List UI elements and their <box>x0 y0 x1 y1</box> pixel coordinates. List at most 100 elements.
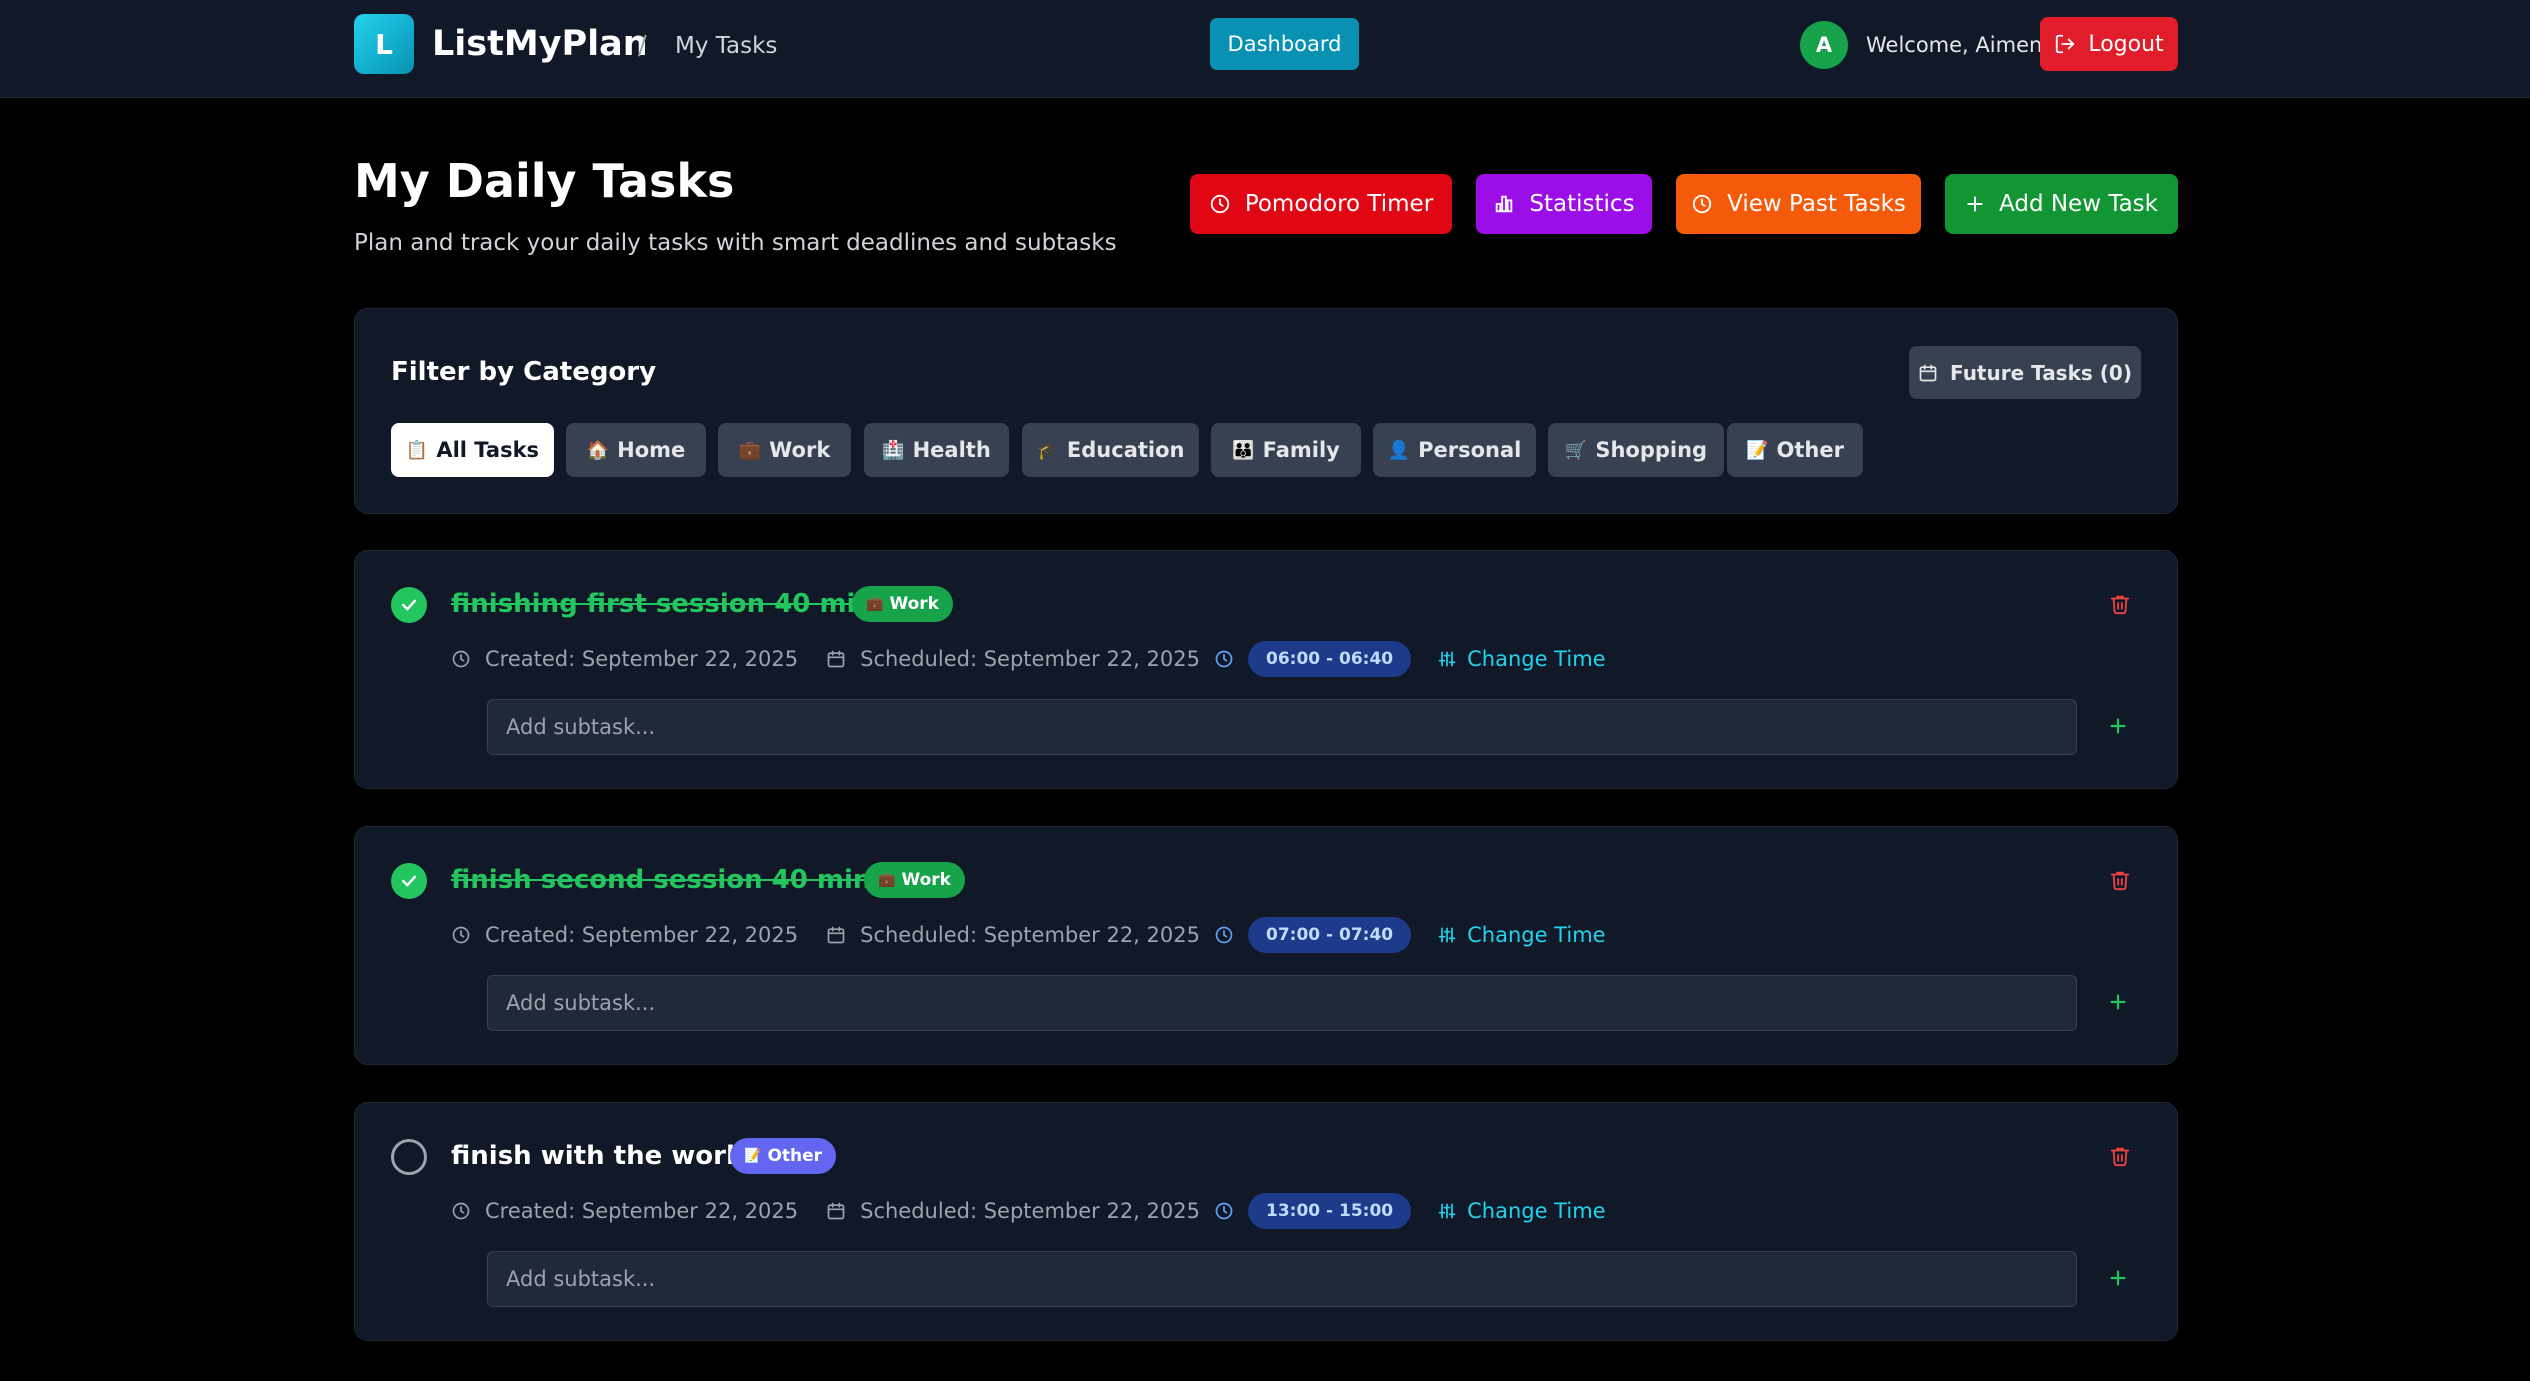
category-filter-panel: Filter by Category Future Tasks (0) 📋 Al… <box>354 308 2178 514</box>
page-subtitle: Plan and track your daily tasks with sma… <box>354 230 1117 256</box>
task-time-range: 06:00 - 06:40 <box>1247 641 1412 677</box>
category-chip-other[interactable]: 📝 Other <box>1727 423 1863 477</box>
logout-label: Logout <box>2088 31 2164 57</box>
delete-task-button[interactable] <box>2109 1145 2133 1169</box>
task-meta-row: Created: September 22, 2025 Scheduled: S… <box>451 1191 1606 1231</box>
task-created-date: Created: September 22, 2025 <box>485 1199 799 1223</box>
view-past-tasks-label: View Past Tasks <box>1727 191 1906 217</box>
change-time-label: Change Time <box>1467 647 1606 671</box>
sliders-icon <box>1438 927 1456 943</box>
category-chip-education[interactable]: 🎓 Education <box>1022 423 1199 477</box>
plus-icon <box>2110 1270 2126 1286</box>
statistics-label: Statistics <box>1529 191 1635 217</box>
add-subtask-button[interactable] <box>2103 711 2133 741</box>
category-chip-personal[interactable]: 👤 Personal <box>1373 423 1536 477</box>
task-scheduled-date: Scheduled: September 22, 2025 <box>860 1199 1200 1223</box>
category-chip-label: Health <box>912 438 991 462</box>
calendar-icon <box>827 650 845 668</box>
add-subtask-input[interactable] <box>487 1251 2077 1307</box>
time-icon <box>1215 926 1233 944</box>
task-time-range: 07:00 - 07:40 <box>1247 917 1412 953</box>
task-title: finish with the worker <box>451 1141 774 1171</box>
clock-icon <box>1209 193 1231 215</box>
add-subtask-input[interactable] <box>487 699 2077 755</box>
logout-button[interactable]: Logout <box>2040 17 2178 71</box>
task-time-range: 13:00 - 15:00 <box>1247 1193 1412 1229</box>
user-avatar: A <box>1800 21 1848 69</box>
briefcase-icon: 💼 <box>878 872 896 888</box>
category-chip-label: Home <box>617 438 686 462</box>
checkmark-icon <box>401 875 417 887</box>
change-time-label: Change Time <box>1467 1199 1606 1223</box>
add-new-task-label: Add New Task <box>1999 191 2158 217</box>
change-time-button[interactable]: Change Time <box>1437 647 1606 671</box>
plus-icon <box>1965 194 1985 214</box>
future-tasks-button[interactable]: Future Tasks (0) <box>1909 346 2141 399</box>
change-time-button[interactable]: Change Time <box>1437 1199 1606 1223</box>
category-chip-home[interactable]: 🏠 Home <box>566 423 706 477</box>
memo-icon: 📝 <box>1746 439 1769 461</box>
add-subtask-button[interactable] <box>2103 1263 2133 1293</box>
task-title: finish second session 40 minutes <box>451 865 936 895</box>
memo-icon: 📝 <box>744 1148 762 1164</box>
task-category-badge: 💼 Work <box>852 586 953 622</box>
bar-chart-icon <box>1493 193 1515 215</box>
plus-icon <box>2110 994 2126 1010</box>
add-subtask-input[interactable] <box>487 975 2077 1031</box>
briefcase-icon: 💼 <box>866 596 884 612</box>
task-complete-checkbox[interactable] <box>391 863 427 899</box>
dashboard-button[interactable]: Dashboard <box>1210 18 1359 70</box>
calendar-icon <box>1918 363 1938 383</box>
task-created-date: Created: September 22, 2025 <box>485 923 799 947</box>
delete-task-button[interactable] <box>2109 869 2133 893</box>
breadcrumb-current: My Tasks <box>675 33 778 59</box>
clock-icon <box>452 1202 470 1220</box>
page-title: My Daily Tasks <box>354 154 735 208</box>
filter-title: Filter by Category <box>391 357 657 387</box>
view-past-tasks-button[interactable]: View Past Tasks <box>1676 174 1921 234</box>
briefcase-icon: 💼 <box>738 439 762 461</box>
task-scheduled-date: Scheduled: September 22, 2025 <box>860 647 1200 671</box>
person-icon: 👤 <box>1387 439 1411 461</box>
task-category-label: Work <box>889 594 939 614</box>
app-logo[interactable]: L <box>354 14 414 74</box>
task-complete-checkbox[interactable] <box>391 587 427 623</box>
category-chip-label: Education <box>1066 438 1185 462</box>
category-chip-label: Personal <box>1418 438 1522 462</box>
task-meta-row: Created: September 22, 2025 Scheduled: S… <box>451 915 1606 955</box>
category-chip-all-tasks[interactable]: 📋 All Tasks <box>391 423 554 477</box>
clipboard-icon: 📋 <box>405 439 429 461</box>
task-complete-checkbox[interactable] <box>391 1139 427 1175</box>
change-time-button[interactable]: Change Time <box>1437 923 1606 947</box>
category-chip-work[interactable]: 💼 Work <box>718 423 851 477</box>
task-meta-row: Created: September 22, 2025 Scheduled: S… <box>451 639 1606 679</box>
calendar-icon <box>827 1202 845 1220</box>
clock-icon <box>452 926 470 944</box>
trash-icon <box>2110 1147 2130 1167</box>
add-new-task-button[interactable]: Add New Task <box>1945 174 2178 234</box>
plus-icon <box>2110 718 2126 734</box>
delete-task-button[interactable] <box>2109 593 2133 617</box>
category-chip-family[interactable]: 👪 Family <box>1211 423 1361 477</box>
pomodoro-timer-button[interactable]: Pomodoro Timer <box>1190 174 1452 234</box>
logout-icon <box>2054 33 2076 55</box>
task-category-badge: 💼 Work <box>864 862 965 898</box>
category-chip-label: Work <box>769 438 831 462</box>
category-chip-shopping[interactable]: 🛒 Shopping <box>1548 423 1724 477</box>
app-brand-name[interactable]: ListMyPlan <box>432 22 648 66</box>
statistics-button[interactable]: Statistics <box>1476 174 1652 234</box>
top-navbar: L ListMyPlan / My Tasks Dashboard A Welc… <box>0 0 2530 98</box>
task-category-badge: 📝 Other <box>730 1138 837 1174</box>
add-subtask-button[interactable] <box>2103 987 2133 1017</box>
sliders-icon <box>1438 651 1456 667</box>
category-chip-health[interactable]: 🏥 Health <box>864 423 1009 477</box>
category-chip-label: Other <box>1776 438 1844 462</box>
future-tasks-label: Future Tasks (0) <box>1950 360 2132 385</box>
task-card: finish second session 40 minutes 💼 Work … <box>354 826 2178 1065</box>
category-chip-label: All Tasks <box>436 438 540 462</box>
sliders-icon <box>1438 1203 1456 1219</box>
hospital-icon: 🏥 <box>882 439 905 461</box>
shopping-cart-icon: 🛒 <box>1564 439 1588 461</box>
time-icon <box>1215 1202 1233 1220</box>
pomodoro-timer-label: Pomodoro Timer <box>1244 191 1434 217</box>
